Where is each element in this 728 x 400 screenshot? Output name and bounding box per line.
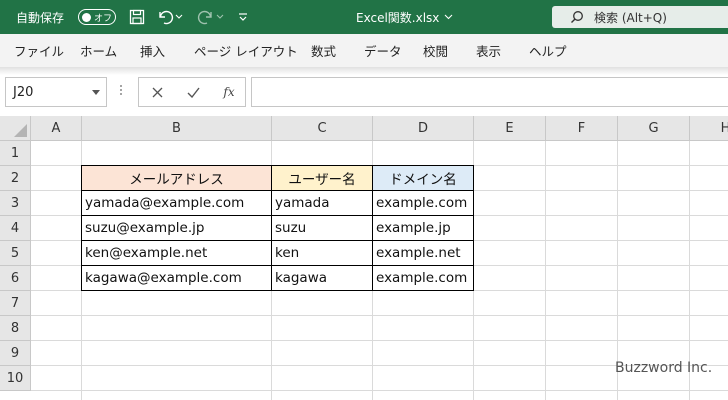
search-label: 検索 (Alt+Q) (594, 10, 667, 25)
enter-check-icon[interactable] (181, 81, 205, 103)
gridline (31, 390, 728, 391)
row-header-9[interactable]: 9 (0, 341, 31, 366)
save-icon[interactable] (126, 6, 148, 28)
tab-insert[interactable]: 挿入 (140, 34, 165, 67)
table-header-email[interactable]: メールアドレス (81, 165, 272, 191)
column-header-d[interactable]: D (373, 116, 474, 141)
row-header-1[interactable]: 1 (0, 141, 31, 166)
autosave-label: 自動保存 (16, 10, 65, 25)
gridline (545, 141, 546, 400)
column-header-e[interactable]: E (474, 116, 546, 141)
table-cell[interactable]: yamada (272, 191, 373, 216)
name-box-value: J20 (13, 84, 34, 100)
table-cell[interactable]: example.com (373, 191, 474, 216)
formula-buttons: fx (138, 77, 246, 107)
insert-function-icon[interactable]: fx (217, 81, 241, 103)
column-header-h[interactable]: H (690, 116, 728, 141)
column-header-a[interactable]: A (31, 116, 82, 141)
row-header-6[interactable]: 6 (0, 266, 31, 291)
table-cell[interactable]: kagawa (272, 266, 373, 291)
ribbon-tabs: ファイル ホーム 挿入 ページ レイアウト 数式 データ 校閲 表示 ヘルプ (0, 34, 728, 67)
table-header-domain[interactable]: ドメイン名 (373, 165, 474, 191)
customize-qat-icon[interactable] (232, 6, 254, 28)
tab-file[interactable]: ファイル (14, 34, 64, 67)
row-header-7[interactable]: 7 (0, 291, 31, 316)
chevron-down-icon (445, 14, 453, 20)
row-header-4[interactable]: 4 (0, 216, 31, 241)
table-header-username[interactable]: ユーザー名 (272, 165, 373, 191)
worksheet-grid[interactable]: A B C D E F G H 1 2 3 4 5 6 7 8 9 10 メール… (0, 116, 728, 400)
formula-bar: J20 fx (0, 75, 728, 113)
table-cell[interactable]: suzu (272, 216, 373, 241)
title-bar: 自動保存 オフ Excel関数.xlsx 検索 (Alt+Q) (0, 0, 728, 34)
drag-handle-icon[interactable] (119, 83, 123, 99)
row-header-3[interactable]: 3 (0, 191, 31, 216)
undo-dropdown-icon[interactable] (173, 6, 185, 28)
redo-dropdown-icon[interactable] (214, 6, 226, 28)
table-cell[interactable]: ken (272, 241, 373, 266)
row-header-8[interactable]: 8 (0, 316, 31, 341)
document-title[interactable]: Excel関数.xlsx (356, 0, 453, 34)
chevron-down-icon[interactable] (92, 90, 100, 95)
name-box[interactable]: J20 (5, 77, 107, 107)
tab-formulas[interactable]: 数式 (311, 34, 336, 67)
gridline (31, 315, 728, 316)
tab-help[interactable]: ヘルプ (529, 34, 567, 67)
row-header-5[interactable]: 5 (0, 241, 31, 266)
cancel-icon[interactable] (145, 81, 169, 103)
tab-view[interactable]: 表示 (476, 34, 501, 67)
document-title-text: Excel関数.xlsx (356, 10, 440, 25)
tab-data[interactable]: データ (364, 34, 402, 67)
table-cell[interactable]: ken@example.net (81, 241, 272, 266)
column-header-c[interactable]: C (272, 116, 373, 141)
ribbon-divider (0, 67, 728, 75)
table-cell[interactable]: example.com (373, 266, 474, 291)
autosave-toggle-state: オフ (94, 13, 113, 24)
select-all-button[interactable] (0, 116, 31, 141)
tab-home[interactable]: ホーム (80, 34, 117, 67)
search-icon (571, 11, 583, 23)
table-cell[interactable]: example.net (373, 241, 474, 266)
formula-input[interactable] (251, 77, 728, 107)
tab-review[interactable]: 校閲 (423, 34, 448, 67)
search-box[interactable]: 検索 (Alt+Q) (552, 6, 728, 28)
row-header-10[interactable]: 10 (0, 366, 31, 391)
toggle-knob (82, 12, 91, 22)
table-cell[interactable]: suzu@example.jp (81, 216, 272, 241)
table-cell[interactable]: example.jp (373, 216, 474, 241)
gridline (31, 340, 728, 341)
column-header-b[interactable]: B (82, 116, 272, 141)
table-cell[interactable]: yamada@example.com (81, 191, 272, 216)
column-header-f[interactable]: F (546, 116, 618, 141)
table-cell[interactable]: kagawa@example.com (81, 266, 272, 291)
autosave-toggle[interactable]: オフ (78, 9, 116, 25)
column-header-g[interactable]: G (618, 116, 690, 141)
tab-page-layout[interactable]: ページ レイアウト (194, 34, 298, 67)
row-header-2[interactable]: 2 (0, 166, 31, 191)
watermark: Buzzword Inc. (615, 360, 713, 376)
